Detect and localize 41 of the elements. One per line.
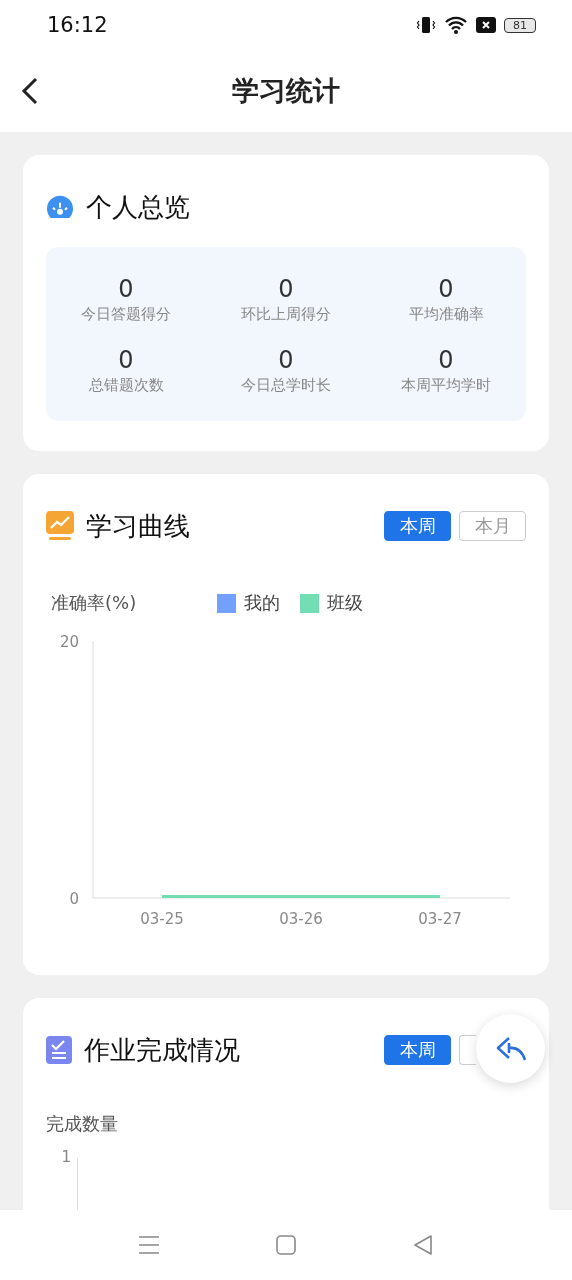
- stat-value: 0: [438, 275, 454, 303]
- y-axis-label: 完成数量: [46, 1112, 119, 1136]
- stat-label: 本周平均学时: [401, 376, 491, 395]
- legend-label: 我的: [244, 591, 280, 615]
- menu-icon[interactable]: [137, 1235, 160, 1255]
- y-axis-label: 准确率(%): [51, 591, 138, 615]
- y-tick-label: 1: [60, 1148, 71, 1168]
- stat-value: 0: [278, 346, 294, 374]
- y-tick-label: 20: [59, 633, 79, 651]
- battery-indicator: 81: [504, 17, 536, 33]
- stat-value: 0: [118, 275, 134, 303]
- page-title: 学习统计: [232, 74, 340, 108]
- card-title: 个人总览: [86, 190, 191, 224]
- card-title: 作业完成情况: [84, 1033, 241, 1067]
- period-tab[interactable]: 本周: [384, 511, 451, 541]
- checklist-icon: [46, 1036, 72, 1064]
- stat-value: 0: [438, 346, 454, 374]
- stat-label: 今日答题得分: [81, 305, 171, 324]
- card-title: 学习曲线: [86, 509, 191, 543]
- back-icon[interactable]: [412, 1234, 435, 1256]
- stat-label: 平均准确率: [408, 305, 484, 324]
- vibrate-icon: [416, 15, 436, 35]
- period-tab[interactable]: 本月: [459, 511, 526, 541]
- x-tick-label: 03-25: [140, 910, 184, 928]
- line-chart-icon: [46, 511, 74, 541]
- y-tick-label: 0: [69, 890, 79, 908]
- stat-label: 环比上周得分: [241, 305, 331, 324]
- home-icon[interactable]: [275, 1234, 297, 1256]
- reply-icon: [494, 1034, 527, 1063]
- x-tick-label: 03-26: [279, 910, 323, 928]
- stat-label: 总错题次数: [88, 376, 164, 395]
- stat-label: 今日总学时长: [241, 376, 331, 395]
- legend-label: 班级: [327, 591, 363, 615]
- stat-value: 0: [118, 346, 134, 374]
- gauge-icon: [46, 195, 74, 219]
- x-tick-label: 03-27: [418, 910, 462, 928]
- wifi-icon: [444, 15, 468, 35]
- period-tab[interactable]: 本周: [384, 1035, 451, 1065]
- stat-value: 0: [278, 275, 294, 303]
- status-time: 16:12: [47, 13, 109, 37]
- no-sim-icon: [476, 16, 496, 34]
